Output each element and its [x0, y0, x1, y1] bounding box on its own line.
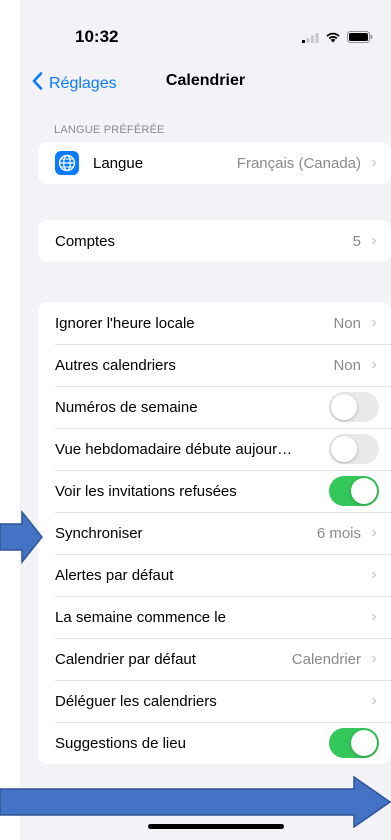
settings-row-label: Synchroniser — [55, 524, 143, 542]
settings-row[interactable]: Autres calendriers Non › — [38, 344, 391, 386]
annotation-arrow-right-icon — [0, 776, 391, 828]
toggle-knob — [351, 730, 377, 756]
settings-row-value: Non — [333, 356, 361, 374]
settings-row-label: Suggestions de lieu — [55, 734, 186, 752]
cellular-signal-icon — [302, 30, 319, 48]
toggle-switch[interactable] — [329, 728, 379, 758]
navigation-bar: Réglages Calendrier — [20, 66, 391, 100]
battery-icon — [347, 30, 373, 48]
section-header-language: LANGUE PRÉFÉRÉE — [54, 124, 165, 136]
settings-row[interactable]: Calendrier par défaut Calendrier › — [38, 638, 391, 680]
settings-row-label: Calendrier par défaut — [55, 650, 196, 668]
annotation-arrow-right-icon — [0, 510, 43, 564]
language-group: Langue Français (Canada) › — [38, 142, 391, 184]
chevron-right-icon: › — [371, 692, 377, 709]
toggle-switch[interactable] — [329, 434, 379, 464]
settings-row[interactable]: Numéros de semaine — [38, 386, 391, 428]
settings-row-value: Calendrier — [291, 650, 361, 668]
settings-row-value: 6 mois — [316, 524, 361, 542]
accounts-label: Comptes — [55, 232, 116, 250]
chevron-right-icon: › — [371, 314, 377, 331]
toggle-knob — [331, 394, 357, 420]
status-time: 10:32 — [75, 27, 119, 46]
settings-row[interactable]: Suggestions de lieu — [38, 722, 391, 764]
chevron-right-icon: › — [371, 356, 377, 373]
settings-row-label: Vue hebdomadaire débute aujour… — [55, 440, 293, 458]
toggle-switch[interactable] — [329, 476, 379, 506]
toggle-knob — [351, 478, 377, 504]
calendar-settings-group: Ignorer l'heure locale Non › Autres calendr… — [38, 302, 391, 764]
toggle-knob — [331, 436, 357, 462]
settings-row-label: La semaine commence le — [55, 608, 226, 626]
chevron-right-icon: › — [371, 232, 377, 249]
settings-row-label: Déléguer les calendriers — [55, 692, 217, 710]
settings-row[interactable]: Synchroniser 6 mois › — [38, 512, 391, 554]
settings-row-label: Autres calendriers — [55, 356, 176, 374]
language-value: Français (Canada) — [236, 154, 361, 172]
accounts-value: 5 — [352, 232, 361, 250]
settings-row-label: Ignorer l'heure locale — [55, 314, 195, 332]
settings-row-value: Non — [333, 314, 361, 332]
phone-screen: 10:32 Réglages Calendrier LANGUE PRÉFÉRÉ… — [20, 0, 391, 840]
language-row[interactable]: Langue Français (Canada) › — [38, 142, 391, 184]
settings-row[interactable]: La semaine commence le › — [38, 596, 391, 638]
accounts-group: Comptes 5 › — [38, 220, 391, 262]
language-label: Langue — [93, 154, 144, 172]
chevron-right-icon: › — [371, 608, 377, 625]
settings-row-label: Numéros de semaine — [55, 398, 198, 416]
settings-row[interactable]: Alertes par défaut › — [38, 554, 391, 596]
toggle-switch[interactable] — [329, 392, 379, 422]
status-bar: 10:32 — [20, 0, 391, 70]
status-icons — [302, 30, 373, 48]
settings-row-label: Alertes par défaut — [55, 566, 174, 584]
chevron-right-icon: › — [371, 650, 377, 667]
page-title: Calendrier — [165, 72, 246, 89]
settings-row[interactable]: Déléguer les calendriers › — [38, 680, 391, 722]
settings-row[interactable]: Vue hebdomadaire débute aujour… — [38, 428, 391, 470]
accounts-row[interactable]: Comptes 5 › — [38, 220, 391, 262]
wifi-icon — [325, 30, 341, 48]
chevron-right-icon: › — [371, 524, 377, 541]
chevron-right-icon: › — [371, 566, 377, 583]
globe-icon — [55, 151, 79, 175]
chevron-right-icon: › — [371, 154, 377, 171]
settings-row[interactable]: Voir les invitations refusées — [38, 470, 391, 512]
settings-row[interactable]: Ignorer l'heure locale Non › — [38, 302, 391, 344]
settings-row-label: Voir les invitations refusées — [55, 482, 237, 500]
